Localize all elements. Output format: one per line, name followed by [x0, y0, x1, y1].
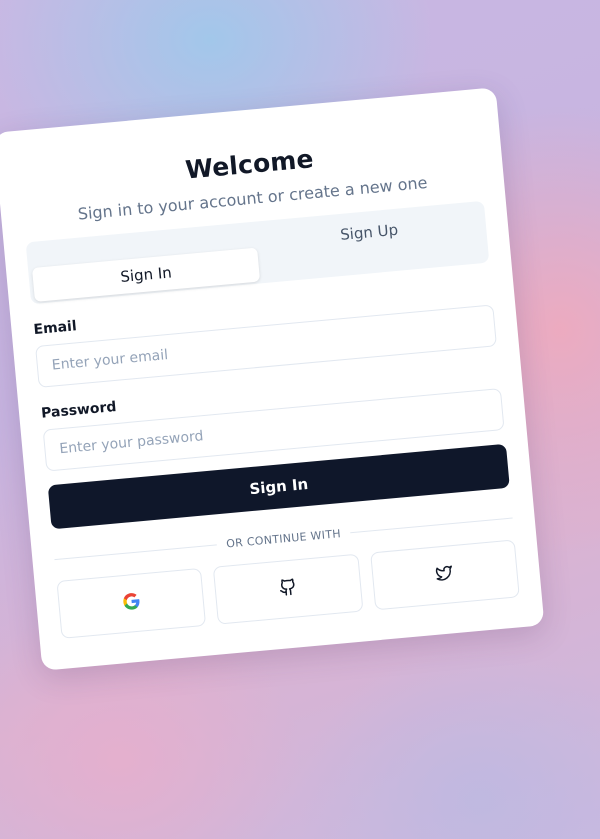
github-icon — [278, 577, 298, 601]
google-login-button[interactable] — [56, 567, 207, 639]
tab-sign-in[interactable]: Sign In — [31, 247, 261, 302]
tab-sign-up[interactable]: Sign Up — [255, 205, 485, 279]
divider-line-right — [350, 516, 513, 533]
divider-text: OR CONTINUE WITH — [225, 526, 342, 551]
divider-line-left — [54, 543, 217, 560]
twitter-icon — [435, 563, 455, 587]
github-login-button[interactable] — [213, 553, 364, 625]
auth-card: Welcome Sign in to your account or creat… — [0, 87, 545, 671]
google-icon — [121, 592, 141, 616]
twitter-login-button[interactable] — [369, 539, 520, 611]
